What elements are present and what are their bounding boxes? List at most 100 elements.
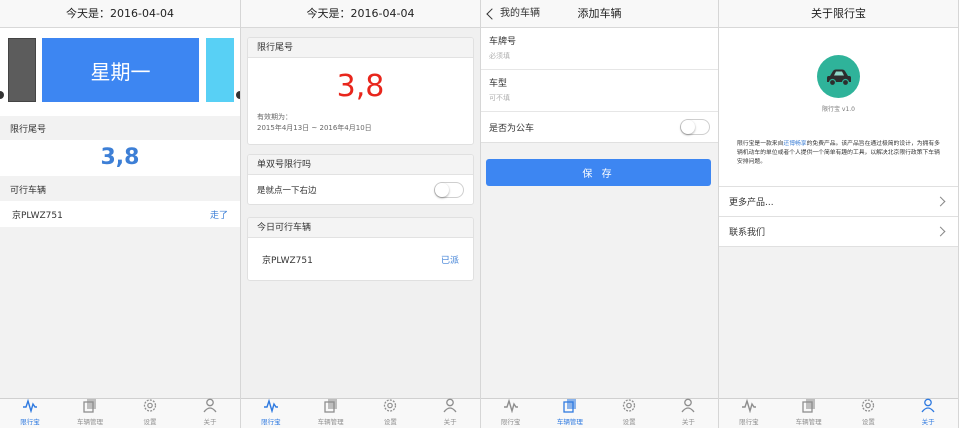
chevron-left-icon [486,8,498,20]
contact-us-item[interactable]: 联系我们 [719,217,958,247]
odd-even-toggle[interactable] [434,182,464,198]
cards-icon [562,398,578,416]
odd-even-row: 是就点一下右边 [248,175,473,204]
carousel-card-next[interactable] [206,38,234,102]
nav-title: 关于限行宝 [811,7,866,20]
car-plate: 京PLWZ751 [12,210,63,221]
today-cars-panel: 今日可行车辆 京PLWZ751 已派 [247,217,474,281]
tab-label: 车辆管理 [795,418,822,426]
tab-label: 限行宝 [261,418,281,426]
car-plate: 京PLWZ751 [262,255,313,266]
tab-car-management[interactable]: 车辆管理 [779,399,839,428]
restrict-numbers: 3,8 [0,140,240,176]
nav-bar: 我的车辆 添加车辆 [481,0,718,28]
chevron-right-icon [935,196,946,207]
today-header: 今日可行车辆 [248,218,473,238]
tab-label: 车辆管理 [77,418,103,426]
screen-about: 关于限行宝 限行宝 v1.0 限行宝是一款来自还博畅享的免费产品。该产品旨在通过… [719,0,959,428]
person-icon [202,398,218,416]
tab-label: 关于 [681,418,695,426]
about-info: 限行宝 v1.0 限行宝是一款来自还博畅享的免费产品。该产品旨在通过极简的设计，… [719,28,958,188]
type-field[interactable]: 车型 可不填 [481,70,718,112]
about-menu: 更多产品... 联系我们 [719,186,958,247]
tab-car-management[interactable]: 车辆管理 [301,399,361,428]
tab-bar: 限行宝 车辆管理 设置 关于 [241,398,480,428]
tab-settings[interactable]: 设置 [120,399,180,428]
tab-home[interactable]: 限行宝 [0,398,60,428]
weekday-label: 星期一 [90,59,151,84]
tab-label: 设置 [383,418,397,426]
carousel-next-icon[interactable] [236,91,240,99]
tab-car-management[interactable]: 车辆管理 [540,399,599,428]
nav-bar: 关于限行宝 [719,0,958,28]
bus-toggle[interactable] [680,119,710,135]
nav-title: 今天是：2016-04-04 [306,7,415,20]
bus-row: 是否为公车 [481,112,718,142]
car-dispatched-button[interactable]: 已派 [441,253,459,266]
weekday-carousel[interactable]: 星期一 [0,28,240,116]
restrict-panel: 限行尾号 3,8 有效期为： 2015年4月13日 ~ 2016年4月10日 [247,37,474,145]
app-version: 限行宝 v1.0 [821,106,855,113]
tab-home[interactable]: 限行宝 [481,398,540,428]
save-button[interactable]: 保 存 [486,159,711,186]
tab-about[interactable]: 关于 [180,398,240,428]
person-icon [442,398,458,416]
allowed-header: 可行车辆 [10,186,47,196]
screen-add-car: 我的车辆 添加车辆 车牌号 必须填 车型 可不填 是否为公车 保 存 限行宝 车辆… [481,0,719,428]
car-row[interactable]: 京PLWZ751 已派 [248,238,473,280]
tab-home[interactable]: 限行宝 [719,398,779,428]
tab-label: 设置 [622,418,636,426]
valid-label: 有效期为： [257,113,292,121]
tab-label: 车辆管理 [317,418,344,426]
gear-icon [621,398,637,416]
restrict-header: 限行尾号 [248,38,473,58]
tab-about[interactable]: 关于 [659,398,718,428]
more-products-label: 更多产品... [729,198,774,208]
gear-icon [142,398,158,416]
car-row[interactable]: 京PLWZ751 走了 [0,201,240,227]
desc-part-1: 限行宝是一款来自 [737,141,784,147]
tab-bar: 限行宝 车辆管理 设置 关于 [481,398,718,428]
car-go-button[interactable]: 走了 [210,208,228,221]
tab-label: 关于 [203,418,217,426]
tab-settings[interactable]: 设置 [600,399,659,428]
plate-label: 车牌号 [489,37,517,47]
screen-home-detail: 今天是：2016-04-04 限行尾号 3,8 有效期为： 2015年4月13日… [241,0,481,428]
type-label: 车型 [489,79,508,89]
tab-label: 关于 [443,418,457,426]
more-products-item[interactable]: 更多产品... [719,187,958,217]
person-icon [920,398,936,416]
carousel-card-current[interactable]: 星期一 [42,38,199,102]
tab-settings[interactable]: 设置 [361,399,421,428]
carousel-prev-icon[interactable] [0,91,4,99]
pulse-icon [263,398,279,416]
restrict-numbers: 3,8 [336,69,385,104]
contact-us-label: 联系我们 [729,228,766,238]
tab-home[interactable]: 限行宝 [241,398,301,428]
type-input[interactable]: 可不填 [489,93,710,103]
tab-car-management[interactable]: 车辆管理 [60,399,120,428]
plate-input[interactable]: 必须填 [489,51,710,61]
tab-about[interactable]: 关于 [420,398,480,428]
pulse-icon [503,398,519,416]
carousel-card-prev[interactable] [8,38,36,102]
tab-label: 限行宝 [500,418,521,426]
tab-label: 车辆管理 [556,418,583,426]
pulse-icon [741,398,757,416]
screen-home: 今天是：2016-04-04 星期一 限行尾号 3,8 可行车辆 京PLWZ75… [0,0,241,428]
app-description: 限行宝是一款来自还博畅享的免费产品。该产品旨在通过极简的设计，为拥有多辆机动车的… [737,140,942,167]
developer-link[interactable]: 还博畅享 [783,141,806,147]
tab-bar: 限行宝 车辆管理 设置 关于 [719,398,958,428]
valid-range: 2015年4月13日 ~ 2016年4月10日 [257,124,372,132]
cards-icon [323,398,339,416]
tab-label: 关于 [921,418,935,426]
chevron-right-icon [935,226,946,237]
nav-title: 添加车辆 [577,7,622,20]
tab-about[interactable]: 关于 [898,398,958,428]
tab-settings[interactable]: 设置 [839,399,899,428]
back-button[interactable]: 我的车辆 [485,0,540,28]
pulse-icon [22,398,38,416]
plate-field[interactable]: 车牌号 必须填 [481,28,718,70]
car-icon [817,55,860,98]
back-label: 我的车辆 [500,8,540,19]
